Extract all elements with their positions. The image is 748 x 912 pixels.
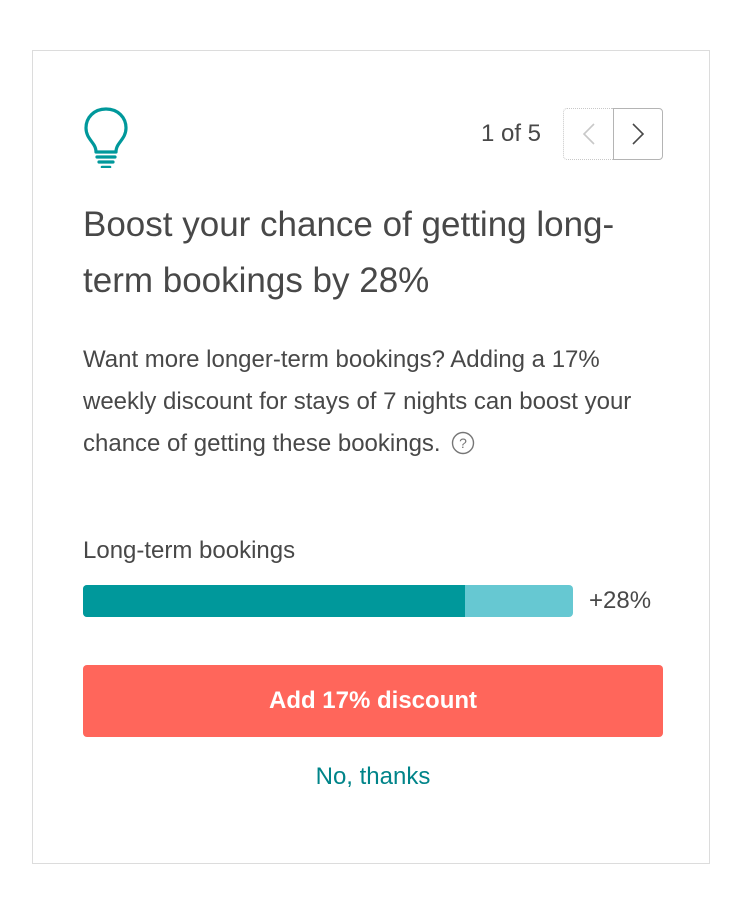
lightbulb-icon: [84, 107, 128, 168]
question-circle-icon[interactable]: ?: [451, 431, 475, 455]
svg-text:?: ?: [459, 435, 467, 451]
no-thanks-link[interactable]: No, thanks: [83, 763, 663, 791]
pager-nav: [563, 108, 663, 160]
progress-bar-track: [83, 585, 573, 617]
description-text: Want more longer-term bookings? Adding a…: [83, 346, 632, 457]
progress-bar-fill: [83, 585, 466, 617]
add-discount-button[interactable]: Add 17% discount: [83, 665, 663, 737]
page-indicator: 1 of 5: [480, 120, 541, 147]
suggestion-card: 1 of 5 Boost your chance of getting long…: [32, 50, 710, 864]
card-description: Want more longer-term bookings? Adding a…: [83, 339, 673, 465]
pager: 1 of 5: [481, 107, 663, 161]
card-headline: Boost your chance of getting long-term b…: [83, 205, 615, 300]
chevron-right-icon: [632, 123, 645, 145]
previous-button[interactable]: [563, 108, 613, 160]
metric-value: +28%: [589, 587, 652, 614]
metric-label: Long-term bookings: [83, 537, 296, 564]
chevron-left-icon: [582, 123, 595, 145]
next-button[interactable]: [613, 108, 663, 160]
